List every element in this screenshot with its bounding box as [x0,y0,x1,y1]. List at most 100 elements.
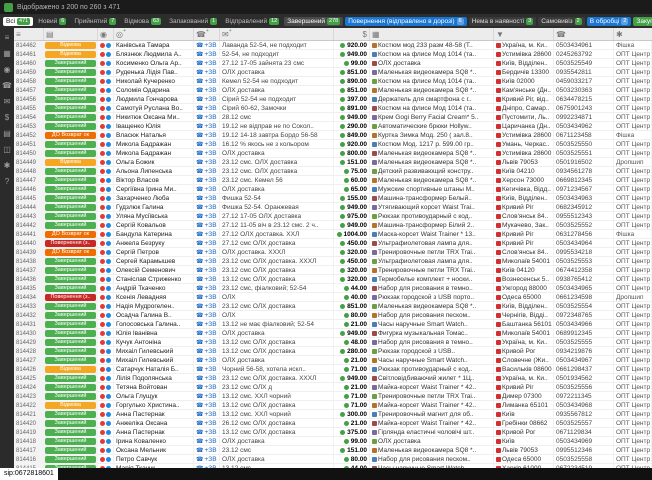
product-cell[interactable]: Рюкзак противоударный с код.. [370,212,494,221]
customer-name[interactable]: Анжела Безруку [114,239,194,248]
col-header-id[interactable]: ≡ [14,28,44,40]
product-cell[interactable]: Тренировочные петли TRX Trai.. [370,266,494,275]
table-row[interactable]: 814446 Завершений Сергіївна Ірина Ми.. ☎… [14,185,652,194]
customer-phone[interactable]: 0682345912 [554,203,614,212]
sip-number[interactable]: sip:0672818601 [0,468,58,480]
customer-phone[interactable]: 0675901243 [554,104,614,113]
call-button[interactable]: ☎ +ЗВ [194,167,220,176]
product-cell[interactable]: Набор для рисования в темно.. [370,284,494,293]
call-button[interactable]: ☎ +ЗВ [194,104,220,113]
customer-phone[interactable]: 0503434966 [554,320,614,329]
customer-phone[interactable]: 0634478215 [554,95,614,104]
product-cell[interactable]: Маленькая видеокамера SQ8 *.. [370,302,494,311]
product-cell[interactable]: Утягивающий корсет Waist Trai.. [370,203,494,212]
customer-phone[interactable]: 0938765412 [554,275,614,284]
status-tab[interactable]: Повернення (відправлено в дорозі) 6 [345,17,466,26]
table-row[interactable]: 814433 Завершений Надія Мудрогелен.. ☎ +… [14,302,652,311]
call-button[interactable]: ☎ +ЗВ [194,50,220,59]
customer-phone[interactable]: 0971234567 [554,185,614,194]
settings-icon[interactable]: ✱ [2,161,12,170]
customer-phone[interactable]: 0501916502 [554,158,614,167]
product-cell[interactable]: Маленькая видеокамера SQ8 *.. [370,158,494,167]
table-row[interactable]: 814436 Завершений Станіслав Стриженко ☎ … [14,275,652,284]
status-tab[interactable]: В обробці 2 [587,17,632,26]
customer-name[interactable]: Петро Савчук [114,455,194,464]
table-row[interactable]: 814445 Завершений Захарченко Люба ☎ +ЗВ [14,194,652,203]
call-button[interactable]: ☎ +ЗВ [194,68,220,77]
table-row[interactable]: 814427 Завершений Михаіл Гилевський ☎ +З… [14,356,652,365]
table-row[interactable]: 814461 Відмова Блязнюк Людмила А.. ☎ +ЗВ [14,50,652,59]
customer-phone[interactable]: 0245263792 [554,50,614,59]
product-cell[interactable]: Часы наручные Smart Watch.. [370,320,494,329]
table-row[interactable]: 814420 Завершений Анжеліка Оксана ☎ +ЗВ [14,419,652,428]
product-cell[interactable]: Машина-трансформер Белый.. [370,194,494,203]
product-cell[interactable]: Маленькая видеокамера SQ8 *.. [370,68,494,77]
table-row[interactable]: 814459 Завершений Руденька Лідія Пав.. ☎… [14,68,652,77]
table-row[interactable]: 814426 Відмова Сатарчук Наталія Б.. ☎ +З… [14,365,652,374]
customer-name[interactable]: Людмила Гончарова [114,95,194,104]
status-tab[interactable]: Закупка 8 [633,17,652,26]
table-row[interactable]: 814462 Відмова Канівська Тамара ☎ +ЗВ [14,41,652,50]
table-row[interactable]: 814434 Повернення (з.. Ксенія Левадняя ☎… [14,293,652,302]
call-button[interactable]: ☎ +ЗВ [194,86,220,95]
table-row[interactable]: 814428 Завершений Михаіл Гилевський ☎ +З… [14,347,652,356]
customer-name[interactable]: Никитюк Оксана Ми.. [114,113,194,122]
status-tab[interactable]: Відмова 63 [121,17,164,26]
customer-phone[interactable]: 0503434965 [554,284,614,293]
customer-name[interactable]: Уляна Мусіївська [114,212,194,221]
customer-name[interactable]: Блязнюк Людмила А.. [114,50,194,59]
customer-name[interactable]: Оксана Мельник [114,446,194,455]
product-cell[interactable]: Куртка Зимка Мод. 250 ( зал.8.. [370,131,494,140]
call-button[interactable]: ☎ +ЗВ [194,194,220,203]
call-button[interactable]: ☎ +ЗВ [194,293,220,302]
contacts-icon[interactable]: ◉ [2,65,12,74]
customer-phone[interactable]: 0503525552 [554,221,614,230]
status-tab[interactable]: Новий 6 [35,17,69,26]
product-cell[interactable]: Костюм на флисе Мод 1014 (та.. [370,104,494,113]
customer-phone[interactable]: 0669812345 [554,176,614,185]
product-cell[interactable]: Майка-корсет Waist Trainer * 42.. [370,401,494,410]
customer-phone[interactable]: 0934561278 [554,167,614,176]
customer-name[interactable]: Анжеліка Оксана [114,419,194,428]
call-button[interactable]: ☎ +ЗВ [194,113,220,122]
table-row[interactable]: 814423 Завершений Ольга Глущук ☎ +ЗВ [14,392,652,401]
table-row[interactable]: 814439 ДО Возврат ок Сергій Петров ☎ +ЗВ [14,248,652,257]
status-tab[interactable]: Завершений 278 [284,17,343,26]
customer-name[interactable]: Руденька Лідія Пав.. [114,68,194,77]
status-tab[interactable]: Відправлений 12 [222,17,282,26]
customer-phone[interactable]: 0995534218 [554,248,614,257]
customer-phone[interactable]: 0972348765 [554,311,614,320]
table-row[interactable]: 814441 ДО Возврат ок Бандула Катерина ☎ … [14,230,652,239]
customer-name[interactable]: Тетяна Войтован [114,383,194,392]
customer-name[interactable]: Сергій Ковальов [114,221,194,230]
call-button[interactable]: ☎ +ЗВ [194,212,220,221]
call-button[interactable]: ☎ +ЗВ [194,257,220,266]
customer-phone[interactable]: 0501934562 [554,374,614,383]
table-row[interactable]: 814444 Завершений Гудзлюк Галина ☎ +ЗВ [14,203,652,212]
call-button[interactable]: ☎ +ЗВ [194,248,220,257]
customer-phone[interactable]: 0503434969 [554,437,614,446]
col-header-total[interactable]: $ [334,28,370,40]
table-row[interactable]: 814425 Завершений Лілія Подолянська ☎ +З… [14,374,652,383]
customer-phone[interactable]: 0503434967 [554,356,614,365]
customer-phone[interactable]: 0503525556 [554,383,614,392]
customer-name[interactable]: Осадча Галина В.. [114,311,194,320]
col-header-product[interactable]: ▦ [370,28,494,40]
customer-phone[interactable]: 0995512346 [554,446,614,455]
product-cell[interactable]: Маленькая видеокамера SQ8 *.. [370,446,494,455]
product-cell[interactable]: Детский развивающий констру.. [370,167,494,176]
customer-phone[interactable]: 0661298437 [554,365,614,374]
customer-name[interactable]: Ольга Глущук [114,392,194,401]
table-row[interactable]: 814419 Завершений Анна Пастернак ☎ +ЗВ [14,428,652,437]
product-cell[interactable]: Костюм на флисе Мод 1014 (та.. [370,77,494,86]
customer-phone[interactable]: 0503230363 [554,86,614,95]
customer-name[interactable]: Ксенія Левадняя [114,293,194,302]
product-cell[interactable]: Автоматические брюки Hollyw.. [370,122,494,131]
customer-name[interactable]: Микола Бадражан [114,140,194,149]
table-row[interactable]: 814458 Завершений Николай Кучеренко ☎ +З… [14,77,652,86]
call-button[interactable]: ☎ +ЗВ [194,356,220,365]
product-cell[interactable]: Світловідбиваючий жилет * 1Ц.. [370,374,494,383]
customer-name[interactable]: Андрій Ткаченко [114,284,194,293]
customer-name[interactable]: Ірина Коваленко [114,437,194,446]
customer-name[interactable]: Голосовська Галина.. [114,320,194,329]
